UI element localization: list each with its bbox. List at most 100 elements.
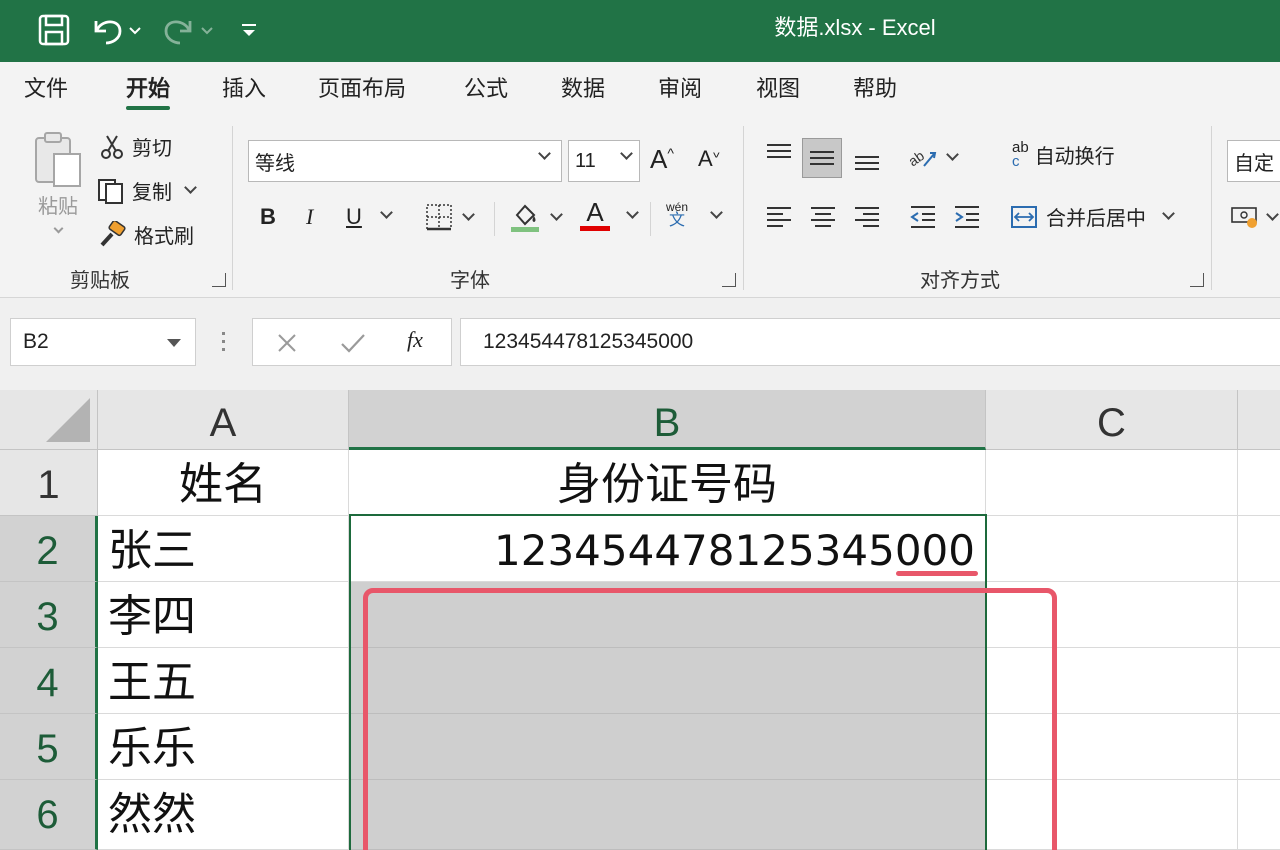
name-box-value: B2 (23, 330, 49, 353)
cell-c4[interactable] (986, 648, 1238, 714)
tab-formulas[interactable]: 公式 (464, 74, 508, 104)
column-header-d[interactable] (1238, 390, 1280, 450)
grow-font-button[interactable]: A ^ (650, 144, 674, 175)
underline-button[interactable]: U (346, 204, 362, 230)
row-header-4[interactable]: 4 (0, 648, 98, 714)
cell-c3[interactable] (986, 582, 1238, 648)
align-left-button[interactable] (764, 202, 794, 232)
cut-label: 剪切 (132, 138, 172, 160)
cell-d4[interactable] (1238, 648, 1280, 714)
formula-bar: B2 fx 123454478125345000 (0, 298, 1280, 390)
cell-a1[interactable]: 姓名 (98, 450, 349, 516)
phonetic-dropdown-icon[interactable] (710, 206, 723, 219)
tab-view[interactable]: 视图 (756, 74, 800, 104)
align-right-button[interactable] (852, 202, 882, 232)
format-painter-button[interactable]: 格式刷 (98, 220, 194, 249)
align-bottom-button[interactable] (852, 144, 882, 174)
font-color-swatch (580, 226, 610, 231)
tab-review[interactable]: 审阅 (658, 74, 702, 104)
decrease-indent-button[interactable] (908, 202, 938, 232)
font-size-value: 11 (575, 149, 596, 172)
fill-color-button[interactable] (508, 200, 563, 234)
caret-up-icon: ^ (667, 144, 674, 161)
cell-b2[interactable]: 123454478125345000 (349, 516, 986, 582)
chevron-down-icon (167, 339, 181, 347)
copy-label: 复制 (132, 182, 172, 204)
wrap-text-button[interactable]: ab c 自动换行 (1012, 140, 1115, 169)
tab-insert[interactable]: 插入 (222, 74, 266, 104)
font-name-select[interactable]: 等线 (248, 140, 562, 182)
row-header-2[interactable]: 2 (0, 516, 98, 582)
align-center-button[interactable] (808, 202, 838, 232)
cell-d5[interactable] (1238, 714, 1280, 780)
tab-page-layout[interactable]: 页面布局 (318, 74, 406, 104)
cell-c5[interactable] (986, 714, 1238, 780)
increase-indent-button[interactable] (952, 202, 982, 232)
cancel-icon[interactable] (275, 331, 299, 355)
cell-b6[interactable] (349, 780, 986, 850)
tab-data[interactable]: 数据 (561, 74, 605, 104)
cell-d2[interactable] (1238, 516, 1280, 582)
column-header-a[interactable]: A (98, 390, 349, 450)
cell-d3[interactable] (1238, 582, 1280, 648)
bold-button[interactable]: B (260, 204, 276, 230)
font-color-button[interactable]: A (580, 198, 610, 231)
align-left-icon (767, 207, 791, 227)
font-name-value: 等线 (255, 152, 295, 175)
currency-format-button[interactable] (1230, 204, 1279, 230)
row-header-5[interactable]: 5 (0, 714, 98, 780)
cell-b1[interactable]: 身份证号码 (349, 450, 986, 516)
align-right-icon (855, 207, 879, 227)
cell-c2[interactable] (986, 516, 1238, 582)
cell-b5[interactable] (349, 714, 986, 780)
italic-button[interactable]: I (306, 204, 313, 230)
cell-a5[interactable]: 乐乐 (98, 714, 349, 780)
number-format-select[interactable]: 自定 (1227, 140, 1280, 182)
tab-help[interactable]: 帮助 (853, 74, 897, 104)
cell-b4[interactable] (349, 648, 986, 714)
insert-function-icon[interactable]: fx (407, 327, 423, 353)
enter-icon[interactable] (339, 331, 367, 355)
row-header-3[interactable]: 3 (0, 582, 98, 648)
column-header-c[interactable]: C (986, 390, 1238, 450)
column-header-b[interactable]: B (349, 390, 986, 450)
select-all-button[interactable] (0, 390, 98, 450)
cell-c6[interactable] (986, 780, 1238, 850)
paste-button[interactable]: 粘贴 (28, 130, 88, 250)
phonetic-guide-button[interactable]: wén 文 (666, 200, 688, 229)
alignment-launcher-icon[interactable] (1190, 273, 1204, 287)
copy-dropdown-icon[interactable] (184, 181, 197, 194)
row-header-6[interactable]: 6 (0, 780, 98, 850)
clipboard-launcher-icon[interactable] (212, 273, 226, 287)
borders-button[interactable] (424, 202, 475, 232)
orientation-icon: ab (906, 147, 937, 169)
formula-input[interactable]: 123454478125345000 (460, 318, 1280, 366)
align-middle-button[interactable] (802, 138, 842, 178)
align-top-button[interactable] (764, 140, 794, 170)
tab-home[interactable]: 开始 (126, 74, 171, 110)
font-launcher-icon[interactable] (722, 273, 736, 287)
cell-d6[interactable] (1238, 780, 1280, 850)
font-color-dropdown-icon[interactable] (626, 206, 639, 219)
cell-d1[interactable] (1238, 450, 1280, 516)
cell-a2[interactable]: 张三 (98, 516, 349, 582)
cell-b3[interactable] (349, 582, 986, 648)
cell-c1[interactable] (986, 450, 1238, 516)
row-header-1[interactable]: 1 (0, 450, 98, 516)
underline-dropdown-icon[interactable] (380, 206, 393, 219)
shrink-font-button[interactable]: A ^ (698, 145, 719, 172)
tab-file[interactable]: 文件 (24, 74, 68, 104)
paste-dropdown-icon[interactable] (53, 223, 63, 234)
cell-a6[interactable]: 然然 (98, 780, 349, 850)
font-size-select[interactable]: 11 (568, 140, 640, 182)
formula-bar-grip[interactable] (222, 332, 226, 352)
wrap-text-label: 自动换行 (1034, 146, 1115, 168)
copy-button[interactable]: 复制 (96, 176, 197, 205)
name-box[interactable]: B2 (10, 318, 196, 366)
cut-button[interactable]: 剪切 (100, 132, 172, 161)
group-separator (494, 202, 495, 236)
cell-a3[interactable]: 李四 (98, 582, 349, 648)
merge-center-button[interactable]: 合并后居中 (1010, 202, 1175, 231)
cell-a4[interactable]: 王五 (98, 648, 349, 714)
orientation-button[interactable]: ab (906, 142, 959, 172)
